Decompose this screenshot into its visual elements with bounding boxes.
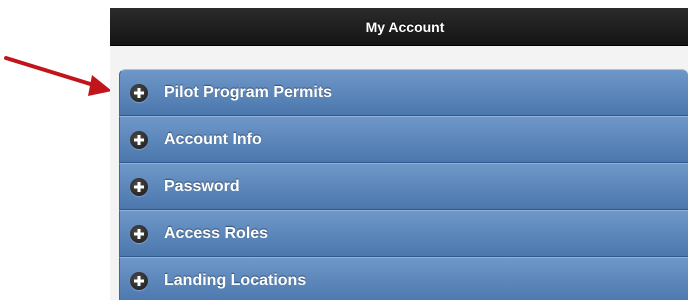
accordion-item-pilot-program-permits[interactable]: Pilot Program Permits [119, 69, 688, 116]
accordion-item-label: Access Roles [164, 224, 269, 242]
account-accordion: Pilot Program Permits Account Info Passw… [119, 69, 688, 300]
accordion-item-landing-locations[interactable]: Landing Locations [119, 257, 688, 300]
plus-icon [130, 130, 148, 149]
accordion-item-label: Pilot Program Permits [164, 83, 333, 101]
plus-icon [130, 224, 148, 243]
header-bar: My Account [110, 8, 688, 46]
accordion-item-access-roles[interactable]: Access Roles [119, 210, 688, 257]
accordion-item-account-info[interactable]: Account Info [119, 116, 688, 163]
plus-icon [130, 271, 148, 290]
page-title: My Account [365, 18, 445, 35]
account-panel: My Account Pilot Program Permits Account… [110, 8, 688, 300]
accordion-item-label: Password [164, 177, 240, 195]
accordion-item-password[interactable]: Password [119, 163, 688, 210]
accordion-item-label: Account Info [164, 130, 262, 148]
plus-icon [130, 83, 148, 102]
accordion-item-label: Landing Locations [164, 271, 307, 289]
plus-icon [130, 177, 148, 196]
